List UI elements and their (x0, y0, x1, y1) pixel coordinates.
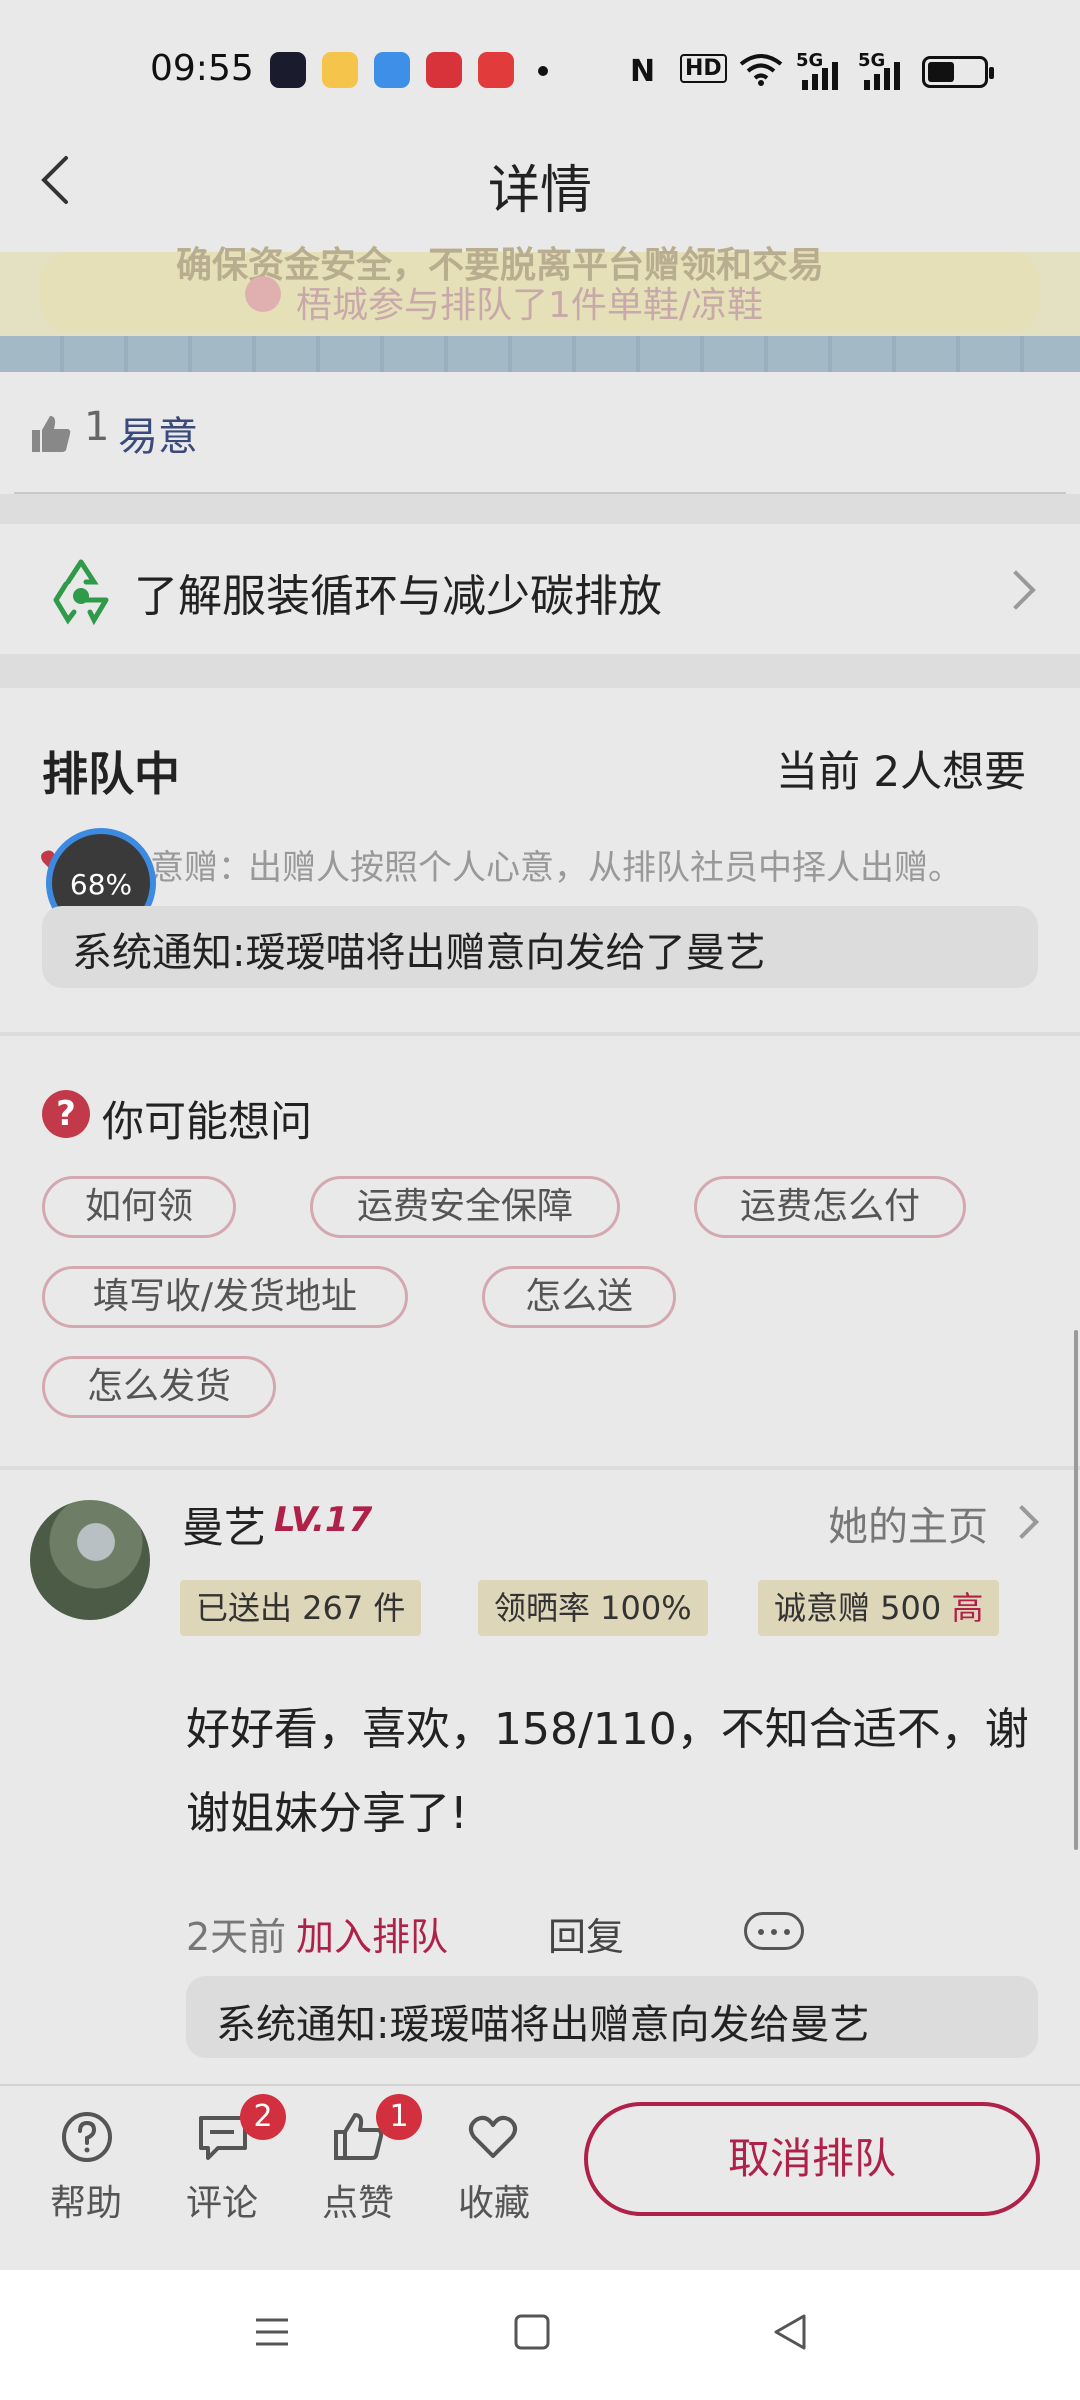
intent-label: 意赠： (150, 848, 252, 888)
join-queue-label: 加入排队 (296, 1915, 449, 1959)
user-name[interactable]: 曼艺 (182, 1494, 266, 1555)
section-gap (0, 494, 1080, 524)
faq-chip[interactable]: 怎么送 (482, 1266, 676, 1328)
comments-badge: 2 (240, 2094, 286, 2140)
battery-icon (922, 56, 994, 88)
notification-dot-icon (538, 66, 548, 76)
signal-bars-icon (802, 62, 838, 90)
back-triangle-icon[interactable] (770, 2312, 810, 2352)
weibo-app-icon (322, 52, 358, 88)
signal-bars-icon-2 (864, 62, 900, 90)
menu-icon[interactable] (252, 2312, 292, 2352)
scrollbar[interactable] (1074, 1330, 1078, 1850)
comment-text: 好好看，喜欢，158/110，不知合适不，谢谢姐妹分享了! (186, 1704, 1029, 1839)
liker-name[interactable]: 易意 (118, 404, 198, 462)
share-rate-tag: 领晒率 100% (478, 1580, 708, 1636)
sincerity-tag: 诚意赠 500 高 (758, 1580, 1000, 1636)
reply-button[interactable]: 回复 (548, 1906, 624, 1961)
thumb-up-icon[interactable] (30, 412, 72, 454)
faq-chip[interactable]: 如何领 (42, 1176, 236, 1238)
faq-chip[interactable]: 运费安全保障 (310, 1176, 620, 1238)
sent-count-tag: 已送出 267 件 (180, 1580, 422, 1636)
system-notice-text: 系统通知:瑷瑷喵将出赠意向发给曼艺 (216, 2002, 870, 2048)
faq-chip[interactable]: 运费怎么付 (694, 1176, 966, 1238)
question-icon: ? (42, 1090, 90, 1138)
recycle-label: 了解服装循环与减少碳排放 (134, 571, 662, 622)
intent-description: 出赠人按照个人心意，从排队社员中择人出赠。 (248, 848, 962, 888)
home-icon[interactable] (512, 2312, 552, 2352)
system-notice-text: 系统通知:瑷瑷喵将出赠意向发给了曼艺 (72, 930, 766, 976)
section-gap (0, 654, 1080, 688)
wifi-icon (739, 54, 783, 86)
heart-icon (245, 276, 281, 312)
likes-label[interactable]: 点赞 (308, 2174, 408, 2226)
help-icon[interactable] (60, 2110, 114, 2164)
faq-title: 你可能想问 (102, 1097, 313, 1146)
sincerity-level: 高 (951, 1589, 984, 1627)
browser-app-icon (374, 52, 410, 88)
avatar[interactable] (30, 1500, 150, 1620)
status-time: 09:55 (150, 48, 254, 89)
like-count: 1 (84, 404, 110, 450)
toutiao-app-icon (426, 52, 462, 88)
faq-chip[interactable]: 怎么发货 (42, 1356, 276, 1418)
decorative-strip (0, 336, 1080, 372)
recycle-icon (53, 559, 109, 626)
help-label[interactable]: 帮助 (36, 2174, 136, 2226)
cancel-queue-button[interactable]: 取消排队 (584, 2102, 1040, 2216)
tiktok-app-icon (270, 52, 306, 88)
sincerity-value: 诚意赠 500 (774, 1589, 942, 1627)
faq-chip[interactable]: 填写收/发货地址 (42, 1266, 408, 1328)
likes-badge: 1 (376, 2094, 422, 2140)
hd-icon: HD (680, 54, 727, 83)
banner-activity-text: 梧城参与排队了1件单鞋/凉鞋 (296, 285, 764, 326)
queue-title: 排队中 (42, 747, 180, 801)
progress-value: 68% (69, 868, 133, 901)
heart-icon[interactable] (466, 2110, 520, 2164)
nfc-icon: N (630, 54, 656, 89)
more-options-icon[interactable] (744, 1912, 804, 1950)
shopping-app-icon (478, 52, 514, 88)
queue-count: 当前 2人想要 (776, 747, 1027, 796)
comment-time: 2天前 (186, 1915, 287, 1959)
user-level-badge: LV.17 (274, 1500, 373, 1540)
homepage-link[interactable]: 她的主页 (828, 1494, 988, 1552)
page-title: 详情 (487, 161, 592, 221)
favorite-label[interactable]: 收藏 (444, 2174, 544, 2226)
comments-label[interactable]: 评论 (172, 2174, 272, 2226)
